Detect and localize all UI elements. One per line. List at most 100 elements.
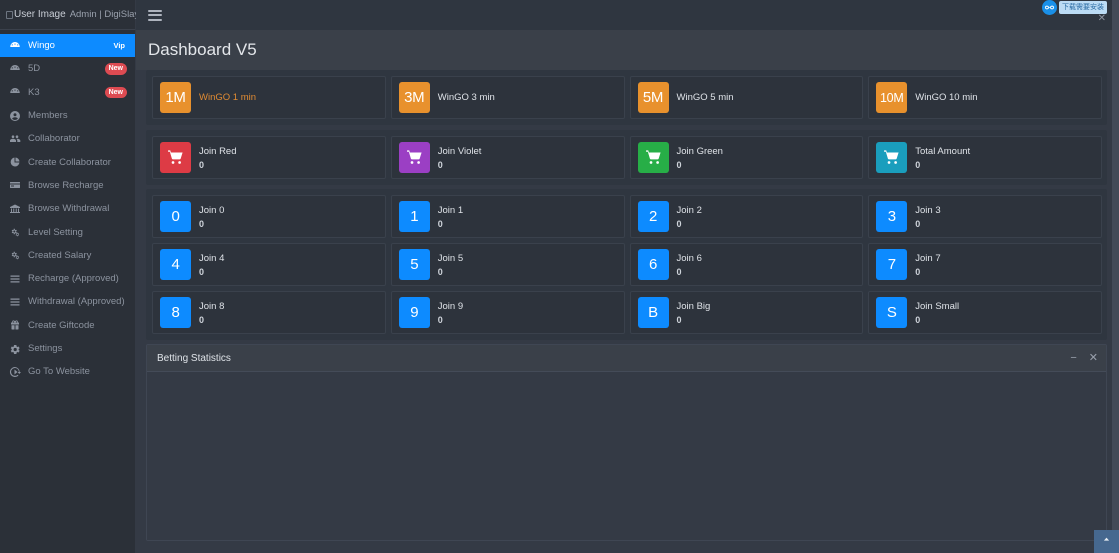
game-mode-card-label: WinGO 5 min: [676, 92, 734, 103]
panel-minimize-button[interactable]: −: [1070, 352, 1076, 364]
sidebar-item-level-setting[interactable]: Level Setting: [0, 220, 135, 243]
user-name-label: Admin | DigiSlay: [69, 9, 140, 20]
game-mode-card[interactable]: 5M WinGO 5 min: [629, 76, 864, 119]
chevron-up-icon: [1103, 537, 1110, 541]
scroll-to-top-button[interactable]: [1094, 530, 1119, 553]
join-number-card[interactable]: 4 Join 4 0: [152, 243, 386, 286]
gift-icon: [9, 319, 21, 331]
join-color-card-label: Join Red: [199, 145, 237, 157]
sidebar-user-panel: User Image Admin | DigiSlay: [0, 0, 139, 30]
right-scrollbar-track[interactable]: [1112, 0, 1119, 553]
join-number-card[interactable]: 3 Join 3 0: [868, 195, 1102, 238]
sidebar-item-settings[interactable]: Settings: [0, 337, 135, 360]
sidebar-item-k3[interactable]: K3 New: [0, 81, 135, 104]
join-number-card-text: Join 2 0: [677, 205, 702, 229]
join-number-card-text: Join 8 0: [199, 301, 224, 325]
cart-icon: [398, 142, 430, 173]
join-number-card-value: 0: [199, 266, 205, 277]
join-color-card[interactable]: Total Amount 0: [868, 136, 1102, 179]
join-number-card-text: Join 0 0: [199, 205, 224, 229]
sidebar-item-withdrawal-approved[interactable]: Withdrawal (Approved): [0, 290, 135, 313]
join-number-card[interactable]: 0 Join 0 0: [152, 195, 386, 238]
join-number-card-text: Join 1 0: [438, 205, 463, 229]
game-mode-card[interactable]: 10M WinGO 10 min: [868, 76, 1102, 119]
join-color-card-value: 0: [676, 159, 682, 170]
sidebar-item-collaborator[interactable]: Collaborator: [0, 127, 135, 150]
bank-icon: [9, 203, 21, 215]
join-number-card[interactable]: 7 Join 7 0: [868, 243, 1102, 286]
sidebar-item-create-giftcode[interactable]: Create Giftcode: [0, 314, 135, 337]
extension-pill-label[interactable]: 下载需要安装: [1059, 1, 1107, 14]
join-number-card[interactable]: 9 Join 9 0: [390, 291, 625, 334]
game-mode-grid: 1M WinGO 1 min 3M WinGO 3 min 5M WinGO 5 min 1…: [146, 70, 1107, 125]
join-color-grid: Join Red 0 Join Violet 0 Join Green 0 Total Am…: [146, 130, 1107, 185]
join-color-card-value: 0: [915, 159, 921, 170]
gears-icon: [9, 249, 21, 261]
sidebar-item-members[interactable]: Members: [0, 104, 135, 127]
join-color-card-label: Total Amount: [915, 145, 971, 157]
game-mode-card-tile: 5M: [637, 82, 669, 113]
sidebar-item-label: Browse Withdrawal: [28, 203, 110, 215]
sidebar-item-label: 5D: [28, 63, 41, 75]
extension-close-icon[interactable]: ✕: [1098, 14, 1106, 24]
join-color-card-value: 0: [437, 159, 443, 170]
join-number-card[interactable]: 1 Join 1 0: [390, 195, 625, 238]
sidebar-item-label: Create Giftcode: [28, 319, 95, 331]
join-number-card-label: Join 9: [437, 300, 464, 312]
join-color-card[interactable]: Join Violet 0: [390, 136, 625, 179]
sidebar-item-badge-new: New: [104, 86, 127, 98]
sidebar-item-label: Level Setting: [28, 226, 83, 238]
join-number-card-value: 0: [915, 218, 921, 229]
join-number-card-label: Join 5: [437, 252, 464, 264]
join-color-card-value: 0: [199, 159, 205, 170]
join-number-card-tile: 5: [398, 249, 430, 280]
cart-icon: [637, 142, 669, 173]
game-mode-card[interactable]: 3M WinGO 3 min: [390, 76, 625, 119]
join-number-card-value: 0: [437, 266, 443, 277]
join-number-card-tile: 7: [876, 249, 908, 280]
dashboard-content: 1M WinGO 1 min 3M WinGO 3 min 5M WinGO 5 min 1…: [136, 70, 1119, 553]
user-image-alt-text: User Image: [14, 9, 66, 20]
sidebar-item-recharge-approved[interactable]: Recharge (Approved): [0, 267, 135, 290]
join-color-card-text: Join Green 0: [677, 146, 723, 170]
join-color-card[interactable]: Join Red 0: [152, 136, 386, 179]
sidebar-item-wingo[interactable]: Wingo Vip: [0, 34, 135, 58]
join-number-card[interactable]: 6 Join 6 0: [629, 243, 864, 286]
join-number-card[interactable]: 5 Join 5 0: [390, 243, 625, 286]
sidebar-item-browse-withdrawal[interactable]: Browse Withdrawal: [0, 197, 135, 220]
join-number-card-text: Join 4 0: [199, 253, 224, 277]
infinity-icon[interactable]: [1042, 0, 1057, 15]
join-number-card-value: 0: [676, 314, 682, 325]
user-circle-icon: [9, 110, 21, 122]
page-title: Dashboard V5: [148, 40, 257, 59]
join-color-card[interactable]: Join Green 0: [629, 136, 864, 179]
hamburger-icon[interactable]: [148, 9, 162, 21]
join-number-card[interactable]: B Join Big 0: [629, 291, 864, 334]
sidebar-item-5d[interactable]: 5D New: [0, 57, 135, 80]
sidebar-item-label: Browse Recharge: [28, 179, 104, 191]
page-header: Dashboard V5: [136, 30, 1119, 70]
panel-close-button[interactable]: ✕: [1089, 352, 1098, 364]
game-mode-card-label: WinGO 10 min: [915, 92, 978, 103]
join-number-card[interactable]: S Join Small 0: [868, 291, 1102, 334]
sidebar-item-go-to-website[interactable]: Go To Website: [0, 360, 135, 383]
join-number-card-label: Join 6: [676, 252, 702, 264]
sidebar-item-badge-vip: Vip: [113, 40, 125, 50]
join-number-card-text: Join 6 0: [677, 253, 702, 277]
join-number-card-value: 0: [199, 314, 205, 325]
join-number-card[interactable]: 2 Join 2 0: [629, 195, 864, 238]
sidebar-item-browse-recharge[interactable]: Browse Recharge: [0, 174, 135, 197]
join-color-card-label: Join Violet: [437, 145, 482, 157]
sidebar-item-create-collaborator[interactable]: Create Collaborator: [0, 150, 135, 173]
join-number-card-value: 0: [199, 218, 205, 229]
sidebar-item-label: Created Salary: [28, 249, 92, 261]
join-number-card-label: Join 3: [915, 204, 941, 216]
join-color-card-text: Join Red 0: [199, 146, 237, 170]
join-number-card-tile: S: [876, 297, 908, 328]
sidebar-nav: Wingo Vip 5D New K3 New Members Collaborator Cre…: [0, 30, 135, 383]
join-number-card[interactable]: 8 Join 8 0: [152, 291, 386, 334]
game-mode-card[interactable]: 1M WinGO 1 min: [152, 76, 386, 119]
join-number-card-tile: 2: [637, 201, 669, 232]
sidebar-item-created-salary[interactable]: Created Salary: [0, 244, 135, 267]
join-number-card-tile: 4: [160, 249, 191, 280]
